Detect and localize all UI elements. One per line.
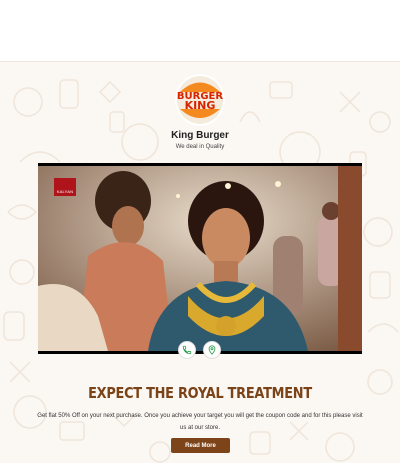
svg-text:KING: KING [185, 99, 216, 112]
read-more-button[interactable]: Read More [171, 438, 230, 453]
promo-description: Get flat 50% Off on your next purchase. … [37, 413, 363, 431]
video-brand-badge: KALYAN [54, 178, 76, 196]
location-button[interactable] [203, 341, 221, 359]
call-button[interactable] [178, 341, 196, 359]
video-frame-image [38, 166, 362, 351]
burger-king-logo: BURGER KING [175, 74, 225, 126]
brand-tagline: We deal in Quality [175, 144, 225, 150]
landing-page: BURGER KING King Burger We deal in Quali… [0, 61, 400, 463]
promo-video[interactable]: KALYAN [38, 163, 362, 354]
phone-icon [182, 345, 192, 355]
promo-headline: EXPECT THE ROYAL TREATMENT [88, 384, 312, 402]
brand-name: King Burger [171, 130, 229, 141]
location-pin-icon [208, 345, 216, 355]
